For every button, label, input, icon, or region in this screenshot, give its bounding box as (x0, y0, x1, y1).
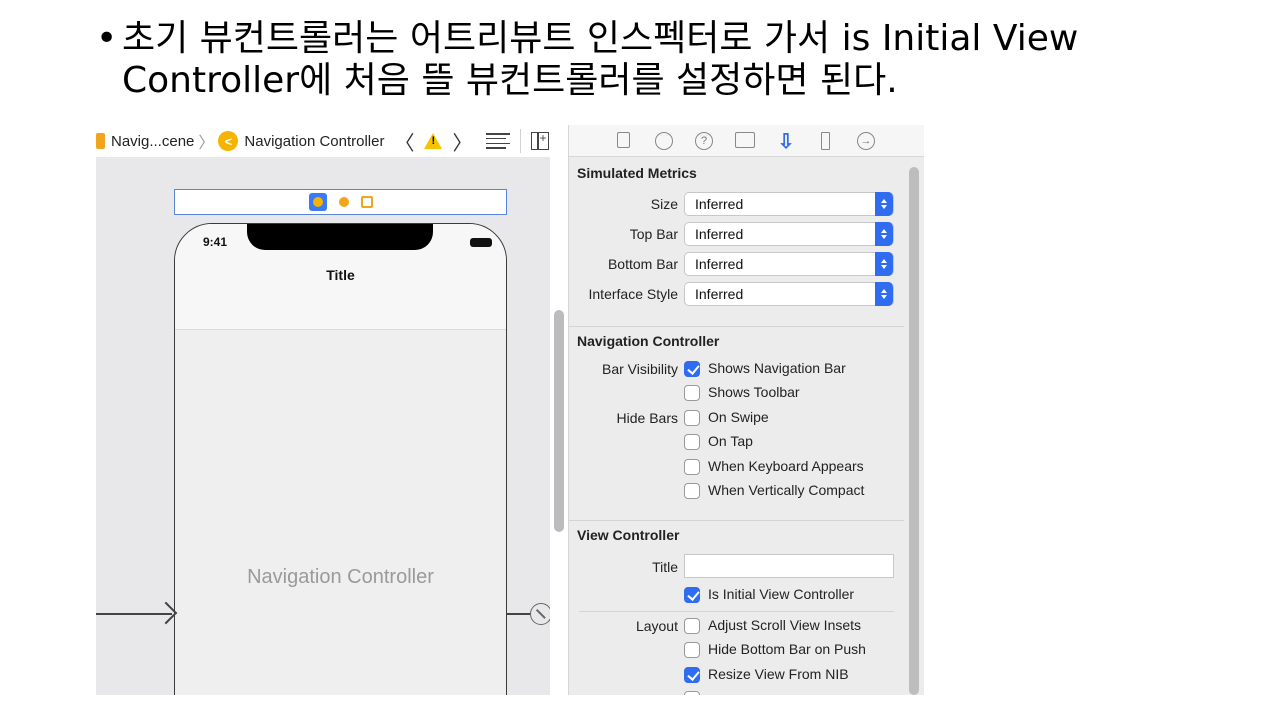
inspector-scrollbar[interactable] (909, 167, 919, 695)
section-divider (569, 520, 904, 521)
file-inspector-icon[interactable] (617, 132, 630, 148)
row-divider (579, 611, 894, 612)
attributes-inspector-icon[interactable]: ⇩ (777, 131, 795, 153)
adjust-scroll-view-insets-label: Adjust Scroll View Insets (708, 617, 862, 633)
relationship-segue-line (507, 613, 532, 615)
resize-view-from-nib-label: Resize View From NIB (708, 666, 849, 682)
size-popup[interactable]: Inferred (684, 192, 894, 216)
bar-visibility-label: Bar Visibility (602, 361, 678, 377)
navigation-controller-icon: < (218, 131, 239, 151)
shows-navigation-bar-label: Shows Navigation Bar (708, 360, 846, 376)
shows-navigation-bar-checkbox[interactable] (684, 361, 700, 377)
title-field-label: Title (652, 559, 678, 575)
on-tap-label: On Tap (708, 433, 753, 449)
warning-icon[interactable] (424, 133, 443, 149)
is-initial-view-controller-label: Is Initial View Controller (708, 586, 855, 602)
breadcrumb-navigation-controller[interactable]: Navigation Controller (244, 133, 384, 150)
adjust-scroll-view-insets-checkbox[interactable] (684, 618, 700, 634)
section-divider (569, 326, 904, 327)
top-bar-label: Top Bar (629, 226, 678, 242)
first-responder-dock-icon[interactable] (338, 197, 349, 207)
bullet-glyph: • (96, 18, 118, 59)
top-bar-popup[interactable]: Inferred (684, 222, 894, 246)
scene-icon (96, 133, 105, 149)
toolbar-divider (520, 129, 522, 153)
navigation-bar: 9:41 Title (175, 224, 506, 330)
breadcrumb-separator: 〉 (198, 135, 215, 152)
size-value: Inferred (695, 196, 744, 212)
bottom-bar-popup[interactable]: Inferred (684, 252, 894, 276)
exit-dock-icon[interactable] (360, 196, 373, 208)
interface-style-value: Inferred (695, 286, 744, 302)
identity-inspector-icon[interactable] (735, 132, 755, 148)
hide-bars-label: Hide Bars (616, 410, 678, 426)
status-time: 9:41 (203, 235, 228, 249)
quick-help-icon[interactable]: ? (695, 132, 713, 150)
title-field[interactable] (684, 554, 894, 578)
interface-style-popup[interactable]: Inferred (684, 282, 894, 306)
section-view-controller: View Controller (577, 527, 680, 543)
device-notch (247, 224, 433, 250)
partially-visible-checkbox[interactable] (684, 691, 700, 695)
shows-toolbar-label: Shows Toolbar (708, 384, 800, 400)
scene-dock[interactable] (174, 189, 507, 215)
attributes-inspector: ? ⇩ → Simulated Metrics Size Inferred To… (569, 125, 924, 695)
hide-bottom-bar-on-push-checkbox[interactable] (684, 642, 700, 658)
size-label: Size (650, 196, 678, 212)
when-keyboard-appears-label: When Keyboard Appears (708, 458, 864, 474)
on-swipe-label: On Swipe (708, 409, 769, 425)
shows-toolbar-checkbox[interactable] (684, 385, 700, 401)
inspector-tab-bar: ? ⇩ → (569, 125, 924, 157)
forward-button[interactable]: 〉 (452, 127, 472, 156)
resize-view-from-nib-checkbox[interactable] (684, 667, 700, 683)
breadcrumb-scene[interactable]: Navig...cene (111, 133, 194, 150)
history-inspector-icon[interactable] (655, 132, 673, 150)
size-inspector-icon[interactable] (821, 132, 830, 150)
back-button[interactable]: 〈 (394, 127, 414, 156)
segue-icon[interactable] (530, 603, 550, 625)
scene-label: Navigation Controller (247, 566, 434, 588)
top-bar-value: Inferred (695, 226, 744, 242)
slide-bullet-text: • 초기 뷰컨트롤러는 어트리뷰트 인스펙터로 가서 is Initial Vi… (96, 18, 1216, 102)
canvas-scrollbar[interactable] (554, 310, 564, 532)
add-editor-icon[interactable] (531, 131, 550, 150)
popup-chevron-icon (875, 252, 893, 276)
storyboard-canvas[interactable]: 9:41 Title Navigation Controller (96, 157, 550, 695)
battery-icon (470, 238, 492, 247)
outline-menu-icon[interactable] (486, 133, 511, 149)
interface-style-label: Interface Style (588, 286, 679, 302)
when-vertically-compact-checkbox[interactable] (684, 483, 700, 499)
when-vertically-compact-label: When Vertically Compact (708, 482, 865, 498)
on-swipe-checkbox[interactable] (684, 410, 700, 426)
hide-bottom-bar-on-push-label: Hide Bottom Bar on Push (708, 641, 866, 657)
section-navigation-controller: Navigation Controller (577, 333, 720, 349)
is-initial-view-controller-checkbox[interactable] (684, 587, 700, 603)
bottom-bar-value: Inferred (695, 256, 744, 272)
connections-inspector-icon[interactable]: → (857, 132, 875, 150)
popup-chevron-icon (875, 192, 893, 216)
section-simulated-metrics: Simulated Metrics (577, 165, 697, 181)
popup-chevron-icon (875, 222, 893, 246)
xcode-screenshot: Navig...cene 〉 < Navigation Controller 〈… (96, 125, 924, 695)
slide-text-line-2: Controller에 처음 뜰 뷰컨트롤러를 설정하면 된다. (122, 60, 898, 101)
on-tap-checkbox[interactable] (684, 434, 700, 450)
nav-title: Title (326, 267, 355, 283)
initial-entry-arrow[interactable] (96, 613, 172, 615)
bottom-bar-label: Bottom Bar (607, 256, 678, 272)
layout-label: Layout (635, 618, 678, 634)
navigation-controller-scene[interactable]: 9:41 Title Navigation Controller (174, 223, 507, 695)
popup-chevron-icon (875, 282, 893, 306)
when-keyboard-appears-checkbox[interactable] (684, 459, 700, 475)
view-controller-dock-icon[interactable] (308, 193, 327, 211)
jump-bar: Navig...cene 〉 < Navigation Controller 〈… (96, 125, 570, 157)
slide-text-line-1: 초기 뷰컨트롤러는 어트리뷰트 인스펙터로 가서 is Initial View (122, 18, 1079, 59)
